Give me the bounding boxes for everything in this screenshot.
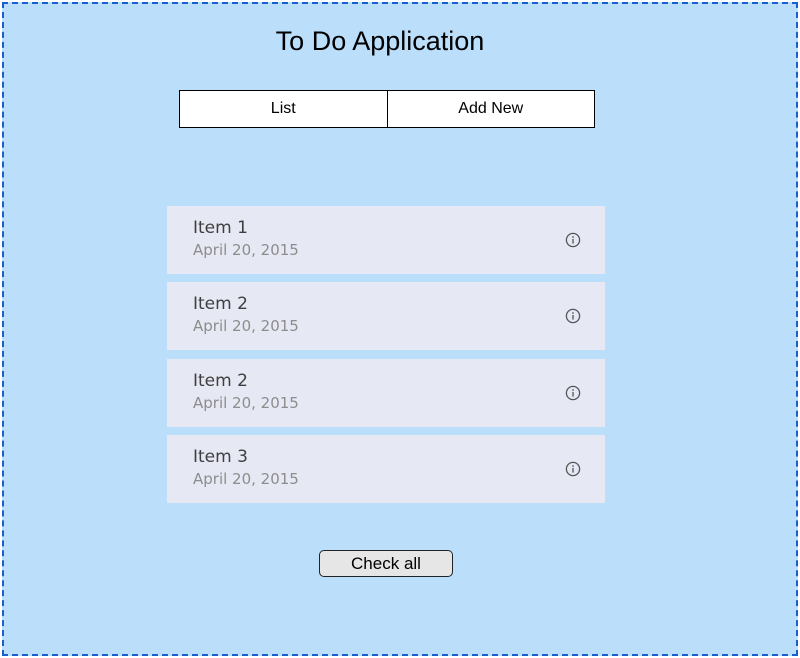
tab-bar: List Add New bbox=[179, 90, 595, 128]
item-title: Item 2 bbox=[193, 294, 248, 314]
app-frame: To Do Application List Add New Item 1 Ap… bbox=[2, 2, 798, 656]
list-item[interactable]: Item 3 April 20, 2015 bbox=[167, 435, 605, 503]
list-item[interactable]: Item 1 April 20, 2015 bbox=[167, 206, 605, 274]
tab-add-new[interactable]: Add New bbox=[386, 91, 595, 127]
check-all-button[interactable]: Check all bbox=[319, 550, 453, 577]
item-title: Item 2 bbox=[193, 371, 248, 391]
item-date: April 20, 2015 bbox=[193, 317, 299, 335]
app-title: To Do Application bbox=[275, 26, 485, 56]
item-title: Item 3 bbox=[193, 447, 248, 467]
item-date: April 20, 2015 bbox=[193, 241, 299, 259]
info-icon[interactable] bbox=[565, 461, 581, 477]
item-date: April 20, 2015 bbox=[193, 394, 299, 412]
info-icon[interactable] bbox=[565, 232, 581, 248]
item-date: April 20, 2015 bbox=[193, 470, 299, 488]
list-item[interactable]: Item 2 April 20, 2015 bbox=[167, 282, 605, 350]
info-icon[interactable] bbox=[565, 308, 581, 324]
todo-list: Item 1 April 20, 2015 Item 2 April 20, 2… bbox=[167, 206, 605, 511]
info-icon[interactable] bbox=[565, 385, 581, 401]
list-item[interactable]: Item 2 April 20, 2015 bbox=[167, 359, 605, 427]
item-title: Item 1 bbox=[193, 218, 248, 238]
tab-list[interactable]: List bbox=[180, 91, 387, 127]
